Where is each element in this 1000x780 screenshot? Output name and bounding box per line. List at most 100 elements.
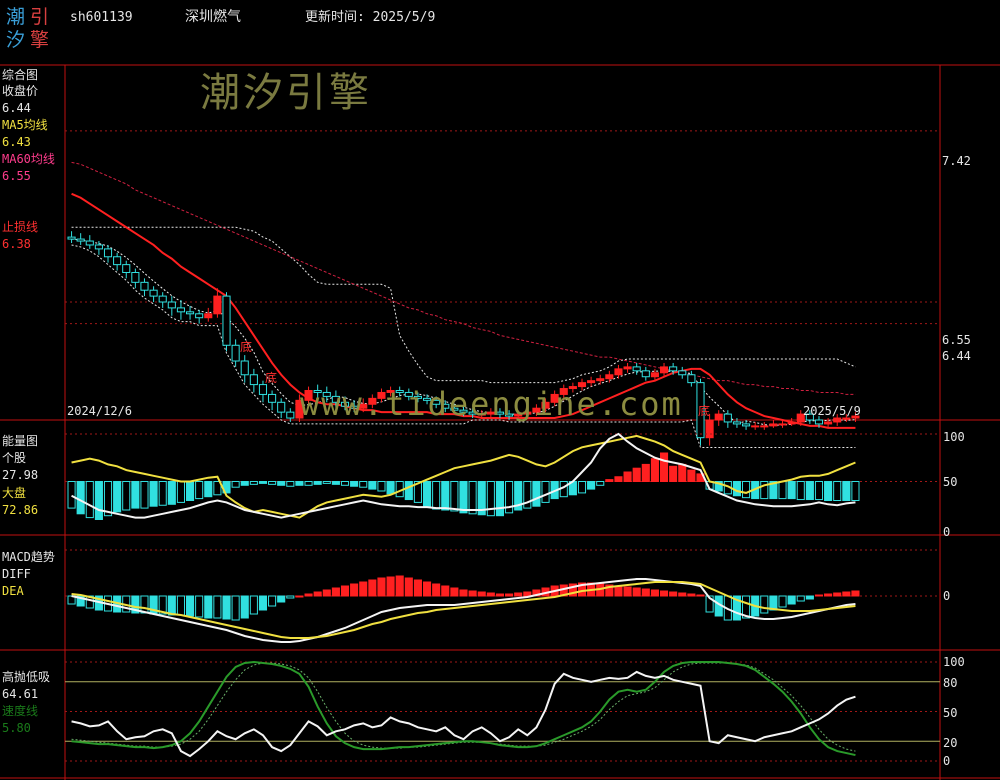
energy-bar-25 — [295, 481, 304, 486]
energy-bar-3 — [94, 481, 103, 520]
macd-bar-27 — [313, 591, 322, 597]
energy-bar-46 — [486, 481, 495, 517]
candle-body-24 — [286, 411, 295, 419]
energy-bar-57 — [587, 481, 596, 490]
energy-bar-35 — [386, 481, 395, 495]
macd-bar-25 — [295, 595, 304, 598]
macd-bar-63 — [641, 588, 650, 597]
energy-bar-56 — [577, 481, 587, 494]
energy-bar-39 — [422, 481, 432, 507]
energy-bar-41 — [441, 481, 450, 511]
candle-body-57 — [587, 380, 596, 384]
macd-bar-46 — [486, 592, 495, 597]
candle-body-18 — [231, 344, 240, 362]
candle-body-14 — [195, 313, 204, 319]
macd-bar-20 — [249, 595, 258, 615]
macd-bar-45 — [477, 591, 486, 597]
macd-bar-15 — [204, 595, 213, 619]
candle-body-58 — [596, 378, 605, 382]
energy-bar-34 — [377, 481, 386, 492]
date-start: 2024/12/6 — [67, 404, 133, 418]
macd-bar-34 — [377, 577, 386, 597]
energy-bar-78 — [778, 481, 787, 500]
energy-bar-32 — [359, 481, 368, 488]
energy-bar-26 — [304, 481, 313, 486]
candle-body-59 — [605, 374, 614, 380]
candle-body-61 — [623, 366, 632, 370]
energy-bar-13 — [185, 481, 195, 501]
stop-value: 6.38 — [2, 237, 31, 251]
main-tick-1: 7.42 — [942, 154, 971, 168]
url-watermark: www.tideengine.com — [300, 385, 683, 423]
ma60-line — [71, 161, 856, 395]
energy-bar-7 — [131, 481, 140, 509]
speed-value: 5.80 — [2, 721, 31, 735]
energy-bar-19 — [240, 481, 249, 486]
candle-body-78 — [778, 423, 787, 426]
energy-bar-43 — [459, 481, 468, 514]
candle-body-4 — [103, 248, 113, 258]
macd-bar-83 — [824, 593, 833, 597]
candle-body-6 — [122, 264, 131, 273]
candle-body-9 — [149, 289, 158, 297]
energy-stock-value: 27.98 — [2, 468, 39, 482]
macd-bar-13 — [185, 595, 195, 617]
macd-bar-82 — [814, 594, 824, 597]
energy-bar-22 — [268, 481, 277, 485]
candle-body-13 — [185, 311, 195, 315]
candle-body-3 — [94, 244, 103, 250]
tide-tick-0: 0 — [943, 754, 951, 768]
energy-bar-29 — [331, 481, 340, 485]
energy-bar-20 — [249, 481, 258, 485]
energy-bar-63 — [641, 463, 650, 482]
tide-tick-80: 80 — [943, 676, 958, 690]
macd-bar-76 — [760, 595, 769, 614]
energy-bar-10 — [158, 481, 167, 506]
energy-bar-24 — [286, 481, 295, 487]
macd-bar-22 — [268, 595, 277, 607]
energy-bar-84 — [833, 481, 842, 501]
energy-bar-1 — [76, 481, 85, 515]
tide-title: 高抛低吸 — [2, 670, 51, 684]
macd-bar-16 — [213, 595, 222, 619]
macd-bar-84 — [833, 592, 842, 597]
energy-bar-8 — [140, 481, 149, 509]
energy-bar-23 — [277, 481, 286, 486]
candle-body-63 — [641, 370, 650, 378]
macd-bar-65 — [659, 590, 669, 597]
chart-stage: 潮 引 汐 擎 sh601139 深圳燃气 更新时间: 2025/5/9 潮汐引… — [0, 0, 1000, 780]
macd-bar-69 — [696, 594, 705, 597]
macd-bar-17 — [222, 595, 231, 620]
macd-bar-11 — [167, 595, 176, 616]
energy-bar-61 — [623, 471, 632, 482]
macd-bar-33 — [368, 579, 377, 597]
speed-label: 速度线 — [2, 704, 39, 718]
candle-body-71 — [714, 413, 723, 421]
macd-bar-62 — [632, 587, 641, 597]
macd-bar-28 — [322, 589, 331, 597]
energy-bar-81 — [805, 481, 814, 501]
macd-bar-81 — [805, 595, 814, 600]
main-title: 综合图 — [2, 68, 39, 82]
candle-body-21 — [258, 384, 268, 395]
energy-title: 能量图 — [2, 434, 39, 448]
energy-bar-6 — [122, 481, 131, 511]
macd-dea-label: DEA — [2, 584, 24, 598]
watermark-text: 潮汐引擎 — [200, 70, 372, 116]
candle-body-85 — [842, 417, 851, 420]
macd-bar-80 — [796, 595, 805, 602]
tide-tick-20: 20 — [943, 736, 958, 750]
candle-body-79 — [787, 421, 796, 425]
bottom-marker-1: 底 — [240, 340, 253, 354]
energy-bar-82 — [814, 481, 824, 501]
energy-bar-15 — [204, 481, 213, 498]
energy-bar-33 — [368, 481, 377, 490]
energy-market-label: 大盘 — [2, 486, 27, 500]
energy-bar-0 — [67, 481, 76, 509]
energy-bar-42 — [450, 481, 459, 512]
candle-body-60 — [614, 368, 623, 376]
macd-bar-26 — [304, 593, 313, 597]
energy-stock-label: 个股 — [2, 451, 27, 465]
macd-bar-12 — [176, 595, 185, 616]
close-label: 收盘价 — [2, 84, 39, 98]
